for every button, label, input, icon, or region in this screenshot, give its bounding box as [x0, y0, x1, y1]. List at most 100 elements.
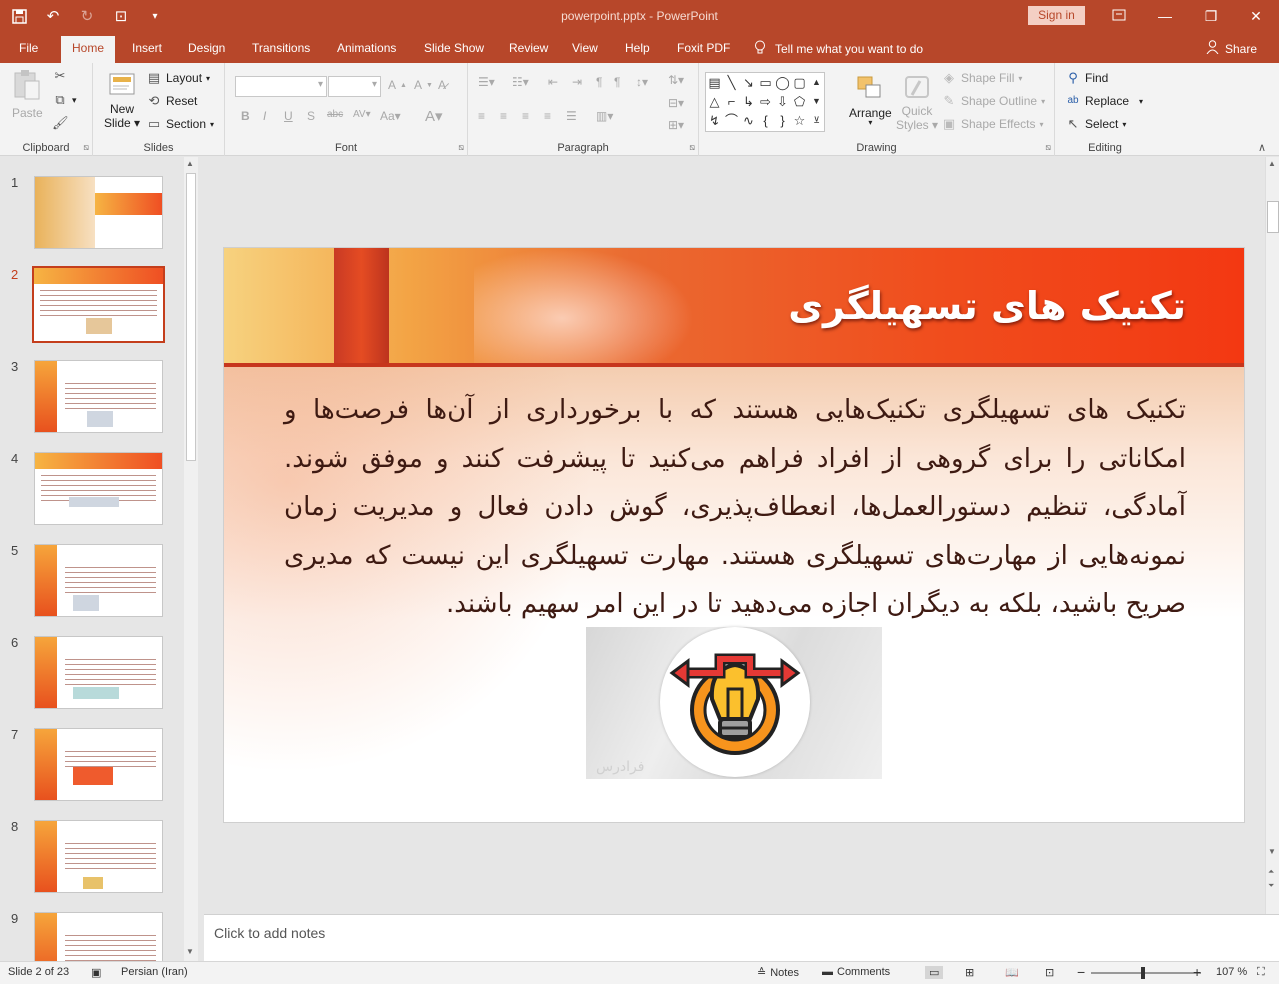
zoom-in-icon[interactable]: +: [1193, 964, 1201, 980]
scrollbar-thumb[interactable]: [1267, 201, 1279, 233]
copy-icon[interactable]: ⧉ ▾: [52, 93, 76, 107]
right-arrow-shape-icon[interactable]: ⇨: [757, 92, 774, 111]
distributed-icon[interactable]: ☰: [566, 109, 577, 123]
notes-placeholder[interactable]: Click to add notes: [214, 925, 325, 941]
arc-shape-icon[interactable]: ⌒: [723, 111, 740, 130]
slide-thumbnail[interactable]: 3: [0, 359, 184, 435]
tab-file[interactable]: File: [19, 41, 38, 55]
comments-toggle[interactable]: ▬ Comments: [822, 966, 890, 978]
fit-to-window-icon[interactable]: ⛶: [1257, 966, 1265, 979]
tab-slide-show[interactable]: Slide Show: [424, 41, 484, 55]
shape-effects-button[interactable]: ▣ Shape Effects ▾: [941, 117, 1044, 132]
bold-icon[interactable]: B: [241, 109, 250, 123]
curve-shape-icon[interactable]: ∿: [740, 111, 757, 130]
align-center-icon[interactable]: ≡: [500, 109, 507, 123]
elbow-arrow-shape-icon[interactable]: ↳: [740, 92, 757, 111]
arrow-shape-icon[interactable]: ↘: [740, 73, 757, 92]
tab-insert[interactable]: Insert: [132, 41, 162, 55]
clipboard-launcher-icon[interactable]: ⧅: [83, 142, 89, 153]
close-button[interactable]: ✕: [1236, 4, 1276, 28]
zoom-level[interactable]: 107 %: [1216, 966, 1247, 978]
gallery-more-icon[interactable]: ⊻: [808, 111, 825, 130]
notes-pane[interactable]: Click to add notes: [204, 914, 1279, 961]
scroll-down-icon[interactable]: ▼: [1268, 847, 1276, 856]
shape-fill-button[interactable]: ◈ Shape Fill ▾: [941, 71, 1022, 86]
font-launcher-icon[interactable]: ⧅: [458, 142, 464, 153]
replace-button[interactable]: ab Replace ▾: [1065, 94, 1143, 108]
shadow-icon[interactable]: S: [307, 109, 315, 123]
format-painter-icon[interactable]: 🖌: [52, 116, 69, 130]
left-brace-shape-icon[interactable]: {: [757, 111, 774, 130]
bullets-icon[interactable]: ☰▾: [478, 75, 495, 89]
slide-body-text[interactable]: تکنیک های تسهیلگری تکنیک‌هایی هستند که ب…: [284, 386, 1186, 629]
restore-button[interactable]: ❐: [1191, 4, 1231, 28]
cut-icon[interactable]: ✂: [52, 69, 68, 83]
slide-thumbnail[interactable]: 5: [0, 543, 184, 619]
underline-icon[interactable]: U: [284, 109, 293, 123]
arrange-button[interactable]: Arrange ▾: [849, 75, 892, 127]
increase-font-icon[interactable]: A ▲: [388, 78, 407, 92]
oval-shape-icon[interactable]: ◯: [774, 73, 791, 92]
align-right-icon[interactable]: ≡: [522, 109, 529, 123]
curved-arrow-shape-icon[interactable]: ↯: [706, 111, 723, 130]
decrease-font-icon[interactable]: A ▼: [414, 78, 433, 92]
scroll-up-icon[interactable]: ▲: [186, 159, 194, 168]
align-text-icon[interactable]: ⊟▾: [668, 96, 684, 110]
sign-in-button[interactable]: Sign in: [1028, 6, 1085, 25]
text-direction-icon[interactable]: ⇅▾: [668, 73, 684, 87]
drawing-launcher-icon[interactable]: ⧅: [1045, 142, 1051, 153]
star-shape-icon[interactable]: ☆: [791, 111, 808, 130]
convert-smartart-icon[interactable]: ⊞▾: [668, 118, 684, 132]
thumbnail-scrollbar[interactable]: ▲ ▼: [184, 157, 198, 961]
numbering-icon[interactable]: ☷▾: [512, 75, 529, 89]
right-brace-shape-icon[interactable]: }: [774, 111, 791, 130]
strikethrough-icon[interactable]: abc: [327, 109, 343, 120]
tab-foxit-pdf[interactable]: Foxit PDF: [677, 41, 730, 55]
slide-thumbnail[interactable]: 7: [0, 727, 184, 803]
tab-view[interactable]: View: [572, 41, 598, 55]
elbow-shape-icon[interactable]: ⌐: [723, 92, 740, 111]
minimize-button[interactable]: —: [1145, 4, 1185, 28]
section-button[interactable]: ▭ Section ▾: [146, 117, 214, 132]
slide-picture[interactable]: فرادرس: [586, 627, 882, 779]
share-button[interactable]: Share: [1206, 40, 1257, 57]
font-name-dropdown[interactable]: ▾: [235, 76, 327, 97]
scrollbar-thumb[interactable]: [186, 173, 196, 461]
tell-me-box[interactable]: Tell me what you want to do: [754, 40, 923, 58]
textbox-shape-icon[interactable]: ▤: [706, 73, 723, 92]
reset-button[interactable]: ⟲ Reset: [146, 94, 198, 109]
layout-button[interactable]: ▤ Layout ▾: [146, 71, 210, 86]
character-spacing-icon[interactable]: AV▾: [353, 109, 371, 120]
down-arrow-shape-icon[interactable]: ⇩: [774, 92, 791, 111]
editor-scrollbar[interactable]: ▲ ▼ ⏶ ⏷: [1265, 157, 1279, 914]
triangle-shape-icon[interactable]: △: [706, 92, 723, 111]
decrease-indent-icon[interactable]: ⇤: [548, 75, 558, 89]
justify-icon[interactable]: ≡: [544, 109, 551, 123]
tab-design[interactable]: Design: [188, 41, 225, 55]
scroll-down-icon[interactable]: ▼: [186, 947, 194, 956]
rectangle-shape-icon[interactable]: ▭: [757, 73, 774, 92]
slide-thumbnail[interactable]: 4: [0, 451, 184, 527]
zoom-slider[interactable]: [1091, 967, 1201, 979]
paste-button[interactable]: Paste: [12, 69, 43, 120]
clear-formatting-icon[interactable]: A̷: [438, 78, 446, 92]
shapes-gallery[interactable]: ▤ ╲ ↘ ▭ ◯ ▢ ▲ △ ⌐ ↳ ⇨ ⇩ ⬠ ▼ ↯ ⌒ ∿ { } ☆ …: [705, 72, 825, 132]
slideshow-view-icon[interactable]: ⊡: [1045, 966, 1054, 979]
paragraph-launcher-icon[interactable]: ⧅: [689, 142, 695, 153]
notes-toggle[interactable]: ≙ Notes: [757, 966, 799, 980]
slide-thumbnail[interactable]: 6: [0, 635, 184, 711]
tab-help[interactable]: Help: [625, 41, 650, 55]
line-spacing-icon[interactable]: ↕▾: [636, 75, 648, 89]
line-shape-icon[interactable]: ╲: [723, 73, 740, 92]
normal-view-icon[interactable]: ▭: [925, 966, 944, 979]
columns-icon[interactable]: ▥▾: [596, 109, 613, 123]
tab-animations[interactable]: Animations: [337, 41, 396, 55]
zoom-slider-knob[interactable]: [1141, 967, 1145, 979]
language-indicator[interactable]: Persian (Iran): [121, 966, 188, 978]
ribbon-display-options-icon[interactable]: [1099, 4, 1139, 28]
select-button[interactable]: ↖ Select ▾: [1065, 117, 1127, 132]
slide-thumbnail[interactable]: 8: [0, 819, 184, 895]
find-button[interactable]: ⚲ Find: [1065, 71, 1108, 86]
current-slide[interactable]: تکنیک های تسهیلگری تکنیک های تسهیلگری تک…: [223, 247, 1245, 823]
quick-styles-button[interactable]: Quick Styles ▾: [896, 73, 938, 132]
